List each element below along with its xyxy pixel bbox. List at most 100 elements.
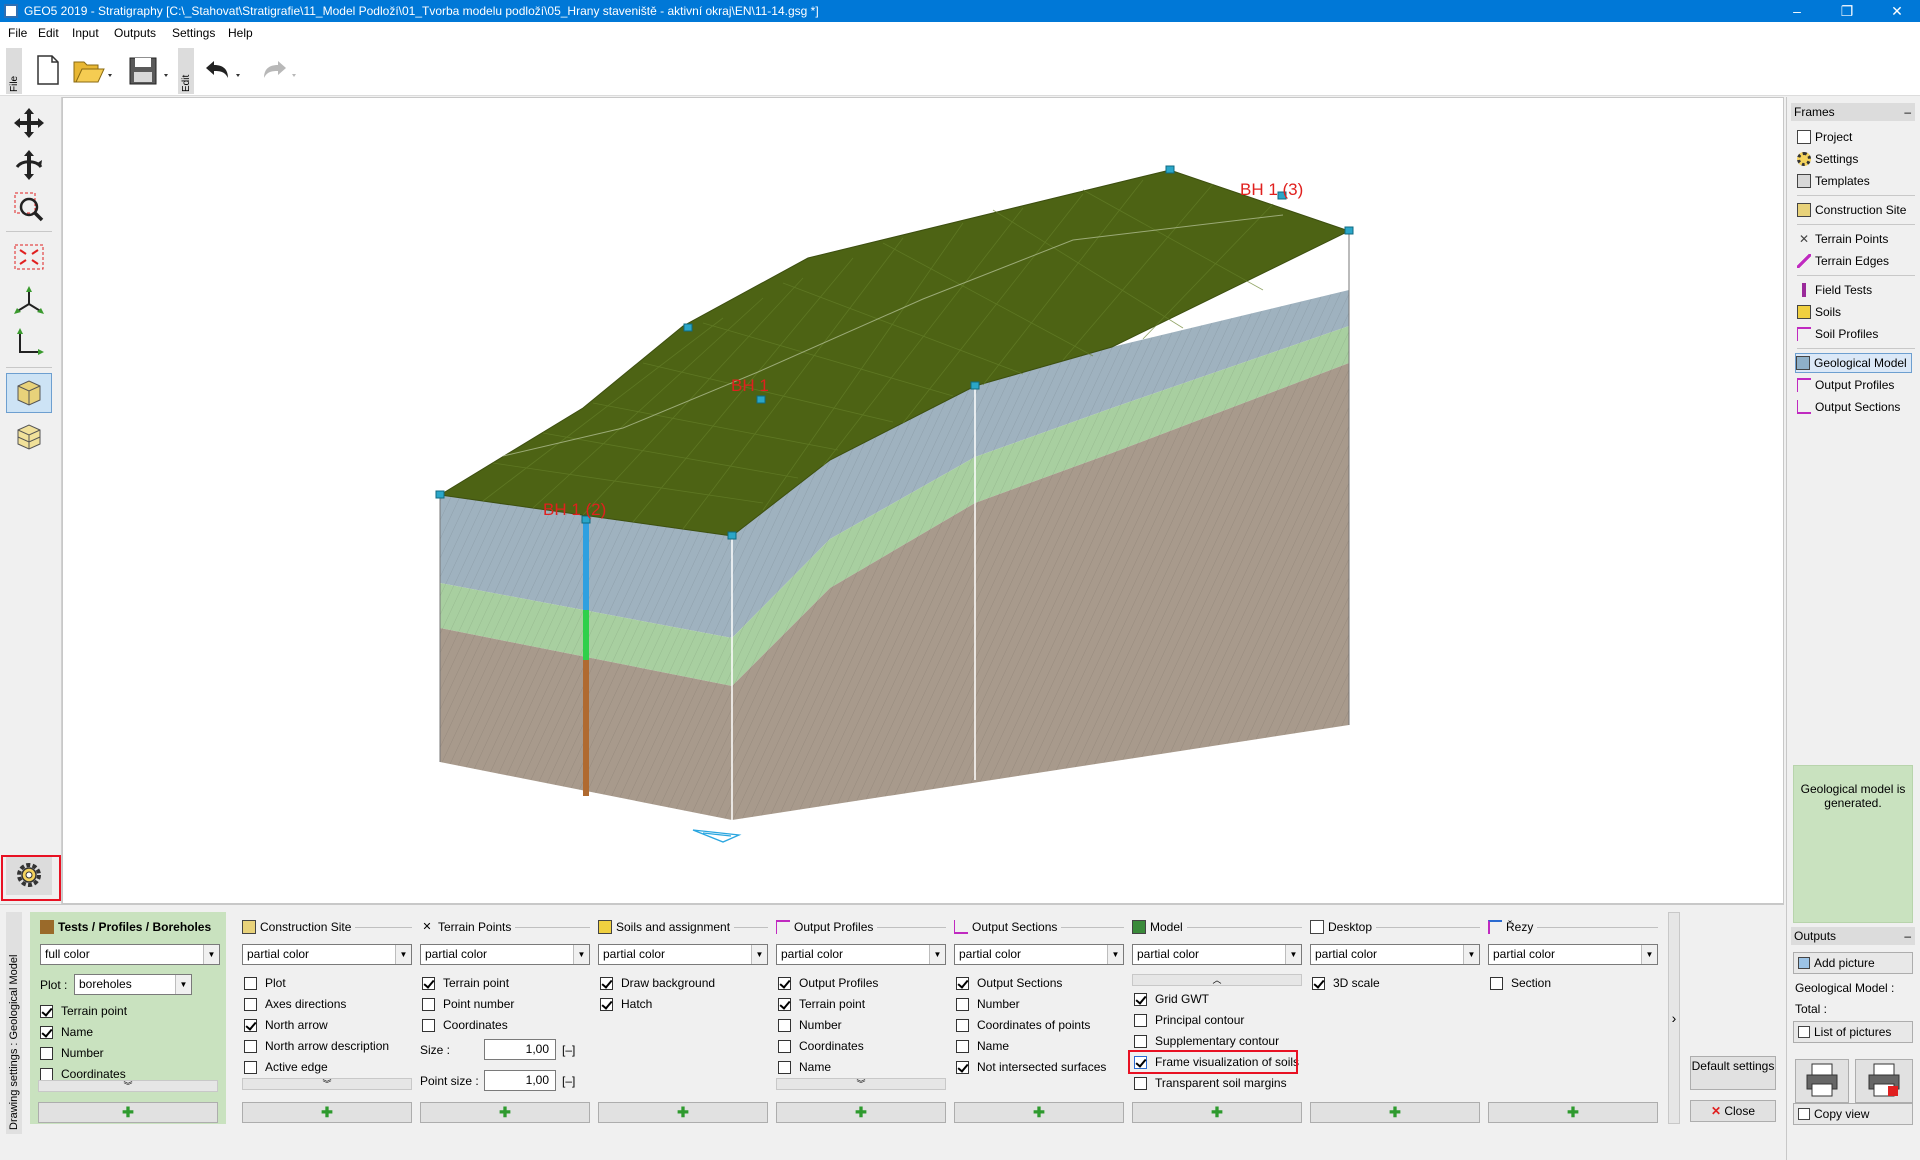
- model-viewport[interactable]: BH 1 BH 1 (2) BH 1 (3): [62, 97, 1784, 904]
- op-terrain-point-checkbox[interactable]: Terrain point: [778, 995, 865, 1013]
- construction-site-mode-select[interactable]: partial color ▼: [242, 944, 412, 965]
- edit-toolbar-tab[interactable]: Edit: [178, 48, 194, 94]
- frame-soils[interactable]: Soils: [1797, 302, 1841, 322]
- cs-axes-directions-checkbox[interactable]: Axes directions: [244, 995, 346, 1013]
- menu-outputs[interactable]: Outputs: [114, 26, 156, 40]
- construction-site-add-button[interactable]: ✚: [242, 1102, 412, 1123]
- menu-help[interactable]: Help: [228, 26, 253, 40]
- model-add-button[interactable]: ✚: [1132, 1102, 1302, 1123]
- cs-active-edge-checkbox[interactable]: Active edge: [244, 1058, 328, 1076]
- zoom-tool-button[interactable]: [6, 187, 52, 227]
- default-settings-button[interactable]: Default settings: [1690, 1056, 1776, 1090]
- frame-geological-model[interactable]: Geological Model: [1795, 353, 1912, 373]
- os-coordinates-checkbox[interactable]: Coordinates of points: [956, 1016, 1090, 1034]
- rezy-section-checkbox[interactable]: Section: [1490, 974, 1551, 992]
- terrain-points-mode-select[interactable]: partial color ▼: [420, 944, 590, 965]
- op-scroll-down[interactable]: ︾: [776, 1078, 946, 1090]
- list-of-pictures-button[interactable]: List of pictures: [1793, 1021, 1913, 1043]
- outputs-minimize-button[interactable]: –: [1904, 927, 1911, 945]
- op-number-checkbox[interactable]: Number: [778, 1016, 842, 1034]
- menu-settings[interactable]: Settings: [172, 26, 215, 40]
- rezy-add-button[interactable]: ✚: [1488, 1102, 1658, 1123]
- model-transparent-margins-checkbox[interactable]: Transparent soil margins: [1134, 1074, 1287, 1092]
- copy-view-button[interactable]: Copy view: [1793, 1103, 1913, 1125]
- model-supplementary-contour-checkbox[interactable]: Supplementary contour: [1134, 1032, 1279, 1050]
- rezy-mode-select[interactable]: partial color ▼: [1488, 944, 1658, 965]
- model-scroll-up[interactable]: ︿: [1132, 974, 1302, 986]
- os-output-sections-checkbox[interactable]: Output Sections: [956, 974, 1062, 992]
- soils-draw-background-checkbox[interactable]: Draw background: [600, 974, 715, 992]
- frame-field-tests[interactable]: Field Tests: [1797, 280, 1872, 300]
- cs-north-arrow-description-checkbox[interactable]: North arrow description: [244, 1037, 389, 1055]
- close-settings-button[interactable]: ✕ Close: [1690, 1100, 1776, 1122]
- tp-point-number-checkbox[interactable]: Point number: [422, 995, 514, 1013]
- open-file-button[interactable]: [72, 52, 112, 88]
- tp-coordinates-checkbox[interactable]: Coordinates: [422, 1016, 508, 1034]
- desktop-add-button[interactable]: ✚: [1310, 1102, 1480, 1123]
- frame-templates[interactable]: Templates: [1797, 171, 1870, 191]
- frame-terrain-points[interactable]: ✕ Terrain Points: [1797, 229, 1888, 249]
- op-name-checkbox[interactable]: Name: [778, 1058, 831, 1076]
- axes-2d-button[interactable]: [6, 323, 52, 363]
- menu-file[interactable]: File: [8, 26, 27, 40]
- cs-plot-checkbox[interactable]: Plot: [244, 974, 286, 992]
- maximize-button[interactable]: ❐: [1824, 0, 1870, 22]
- frame-terrain-edges[interactable]: Terrain Edges: [1797, 251, 1889, 271]
- frame-project[interactable]: Project: [1797, 127, 1852, 147]
- os-name-checkbox[interactable]: Name: [956, 1037, 1009, 1055]
- tests-color-mode-select[interactable]: full color ▼: [40, 944, 220, 965]
- print-export-button[interactable]: [1855, 1059, 1913, 1103]
- redo-button[interactable]: [256, 52, 296, 88]
- undo-button[interactable]: [200, 52, 240, 88]
- soils-add-button[interactable]: ✚: [598, 1102, 768, 1123]
- axes-3d-button[interactable]: [6, 281, 52, 321]
- output-sections-add-button[interactable]: ✚: [954, 1102, 1124, 1123]
- pan-tool-button[interactable]: [6, 103, 52, 143]
- soils-hatch-checkbox[interactable]: Hatch: [600, 995, 652, 1013]
- save-file-button[interactable]: [128, 52, 168, 88]
- os-number-checkbox[interactable]: Number: [956, 995, 1020, 1013]
- new-file-button[interactable]: [30, 52, 64, 88]
- model-mode-select[interactable]: partial color ▼: [1132, 944, 1302, 965]
- minimize-button[interactable]: –: [1774, 0, 1820, 22]
- frame-output-sections[interactable]: Output Sections: [1797, 397, 1900, 417]
- model-grid-gwt-checkbox[interactable]: Grid GWT: [1134, 990, 1209, 1008]
- os-not-intersected-checkbox[interactable]: Not intersected surfaces: [956, 1058, 1106, 1076]
- output-profiles-mode-select[interactable]: partial color ▼: [776, 944, 946, 965]
- expand-button[interactable]: ›: [1668, 1010, 1680, 1026]
- desktop-3d-scale-checkbox[interactable]: 3D scale: [1312, 974, 1380, 992]
- op-output-profiles-checkbox[interactable]: Output Profiles: [778, 974, 878, 992]
- menu-input[interactable]: Input: [72, 26, 99, 40]
- op-coordinates-checkbox[interactable]: Coordinates: [778, 1037, 864, 1055]
- frames-minimize-button[interactable]: –: [1904, 103, 1911, 121]
- desktop-mode-select[interactable]: partial color ▼: [1310, 944, 1480, 965]
- size-input[interactable]: 1,00: [484, 1039, 556, 1060]
- print-button[interactable]: [1795, 1059, 1849, 1103]
- menu-edit[interactable]: Edit: [38, 26, 59, 40]
- output-sections-mode-select[interactable]: partial color ▼: [954, 944, 1124, 965]
- tests-terrain-point-checkbox[interactable]: Terrain point: [40, 1002, 127, 1020]
- tp-terrain-point-checkbox[interactable]: Terrain point: [422, 974, 509, 992]
- file-toolbar-tab[interactable]: File: [6, 48, 22, 94]
- view-3d-box-button[interactable]: [6, 373, 52, 413]
- frame-construction-site[interactable]: Construction Site: [1797, 200, 1906, 220]
- frame-soil-profiles[interactable]: Soil Profiles: [1797, 324, 1878, 344]
- zoom-extents-button[interactable]: [6, 237, 52, 277]
- rotate-tool-button[interactable]: [6, 145, 52, 185]
- frame-output-profiles[interactable]: Output Profiles: [1797, 375, 1894, 395]
- output-profiles-add-button[interactable]: ✚: [776, 1102, 946, 1123]
- tests-scroll-down[interactable]: ︾: [38, 1080, 218, 1092]
- cs-scroll-down[interactable]: ︾: [242, 1078, 412, 1090]
- cs-north-arrow-checkbox[interactable]: North arrow: [244, 1016, 328, 1034]
- model-principal-contour-checkbox[interactable]: Principal contour: [1134, 1011, 1244, 1029]
- point-size-input[interactable]: 1,00: [484, 1070, 556, 1091]
- tests-name-checkbox[interactable]: Name: [40, 1023, 93, 1041]
- view-3d-model-button[interactable]: [6, 417, 52, 457]
- close-window-button[interactable]: ✕: [1874, 0, 1920, 22]
- tests-add-button[interactable]: ✚: [38, 1102, 218, 1123]
- tests-number-checkbox[interactable]: Number: [40, 1044, 104, 1062]
- plot-select[interactable]: boreholes ▼: [74, 974, 192, 995]
- terrain-points-add-button[interactable]: ✚: [420, 1102, 590, 1123]
- soils-mode-select[interactable]: partial color ▼: [598, 944, 768, 965]
- frame-settings[interactable]: Settings: [1797, 149, 1858, 169]
